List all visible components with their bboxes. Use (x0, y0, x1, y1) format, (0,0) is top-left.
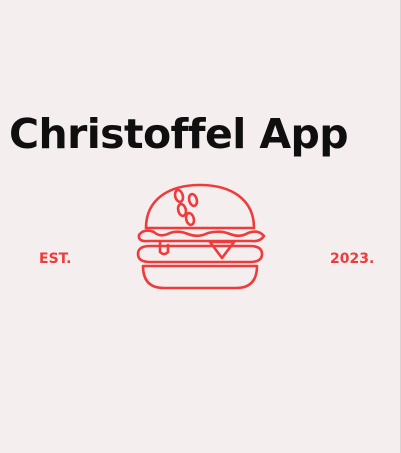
year-label: 2023. (330, 251, 375, 267)
app-title: Christoffel App (9, 110, 349, 158)
splash-screen: Christoffel App EST. 2023. (0, 0, 401, 453)
burger-icon (136, 183, 266, 290)
established-label: EST. (39, 251, 72, 267)
